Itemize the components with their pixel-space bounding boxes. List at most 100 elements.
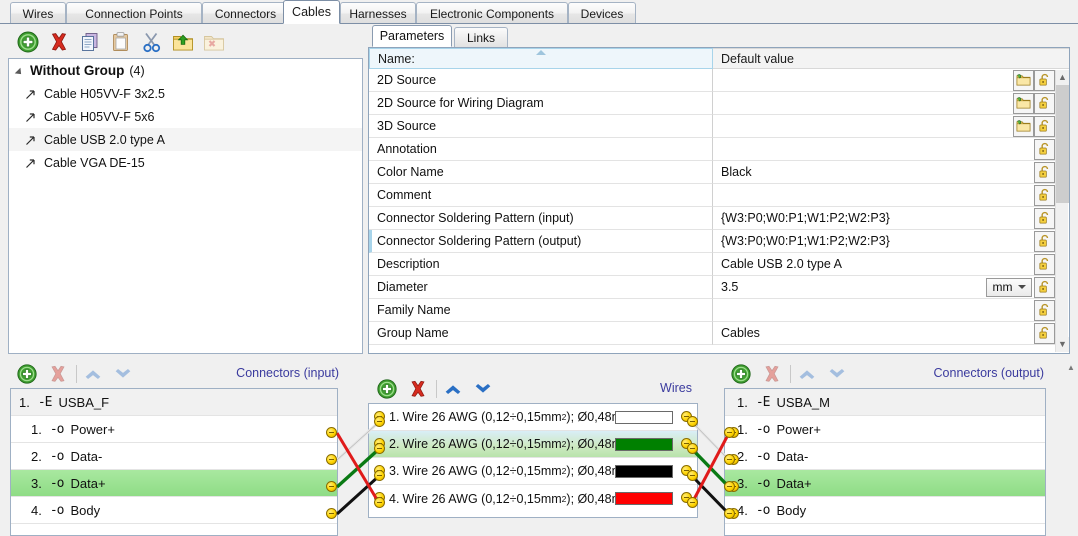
- lock-open-icon[interactable]: [1034, 162, 1055, 183]
- move-down-icon[interactable]: [826, 363, 848, 385]
- table-row[interactable]: Description Cable USB 2.0 type A: [369, 253, 1055, 276]
- wire-color-swatch[interactable]: [615, 438, 673, 451]
- tab-connection-points[interactable]: Connection Points: [66, 2, 202, 24]
- tree-item-cable-h05vvf-3x25[interactable]: Cable H05VV-F 3x2.5: [9, 82, 362, 105]
- table-row[interactable]: Connector Soldering Pattern (output) {W3…: [369, 230, 1055, 253]
- param-value-cell[interactable]: [713, 299, 1055, 322]
- right-edge-scrollbar[interactable]: ▲: [1064, 360, 1078, 536]
- wire-left-dot-1[interactable]: [374, 411, 385, 422]
- list-item[interactable]: 1. -o Power+: [725, 416, 1045, 443]
- cut-icon[interactable]: [140, 30, 164, 54]
- browse-folder-icon[interactable]: [1013, 116, 1034, 137]
- param-value-cell[interactable]: [713, 138, 1055, 161]
- list-item[interactable]: 1. -o Power+: [11, 416, 337, 443]
- lock-open-icon[interactable]: [1034, 231, 1055, 252]
- wires-list[interactable]: 1. Wire 26 AWG (0,12÷0,15mm2); Ø0,48mm w…: [368, 403, 698, 518]
- remove-folder-icon[interactable]: [202, 30, 226, 54]
- table-row[interactable]: 2D Source for Wiring Diagram: [369, 92, 1055, 115]
- move-up-icon[interactable]: [442, 378, 464, 400]
- output-pin-dot-2[interactable]: [728, 454, 739, 465]
- move-up-icon[interactable]: [796, 363, 818, 385]
- browse-folder-icon[interactable]: [1013, 93, 1034, 114]
- move-down-icon[interactable]: [112, 363, 134, 385]
- lock-open-icon[interactable]: [1034, 277, 1055, 298]
- tab-wires[interactable]: Wires: [10, 2, 66, 24]
- add-icon[interactable]: [376, 378, 398, 400]
- lock-open-icon[interactable]: [1034, 70, 1055, 91]
- param-value-cell[interactable]: 3.5 mm: [713, 276, 1055, 299]
- add-icon[interactable]: [730, 363, 752, 385]
- table-row[interactable]: Diameter 3.5 mm: [369, 276, 1055, 299]
- param-value-cell[interactable]: Cables: [713, 322, 1055, 345]
- wire-color-swatch[interactable]: [615, 465, 673, 478]
- list-item[interactable]: 4. -o Body: [11, 497, 337, 524]
- table-row[interactable]: Color Name Black: [369, 161, 1055, 184]
- param-value-cell[interactable]: {W3:P0;W0:P1;W1:P2;W2:P3}: [713, 230, 1055, 253]
- param-value-cell[interactable]: Cable USB 2.0 type A: [713, 253, 1055, 276]
- table-row[interactable]: Connector Soldering Pattern (input) {W3:…: [369, 207, 1055, 230]
- column-header-default-value[interactable]: Default value: [713, 48, 1069, 69]
- table-row[interactable]: Comment: [369, 184, 1055, 207]
- lock-open-icon[interactable]: [1034, 300, 1055, 321]
- wire-right-dot-3[interactable]: [681, 465, 692, 476]
- lock-open-icon[interactable]: [1034, 93, 1055, 114]
- param-value-cell[interactable]: [713, 69, 1055, 92]
- wire-color-swatch[interactable]: [615, 411, 673, 424]
- param-value-cell[interactable]: [713, 184, 1055, 207]
- connector-header-row[interactable]: 1. -E USBA_F: [11, 389, 337, 416]
- move-down-icon[interactable]: [472, 378, 494, 400]
- column-header-name[interactable]: Name:: [369, 48, 713, 69]
- tab-links[interactable]: Links: [454, 27, 508, 47]
- move-up-icon[interactable]: [82, 363, 104, 385]
- scroll-up-button[interactable]: ▲: [1056, 70, 1069, 85]
- wire-right-dot-2[interactable]: [681, 438, 692, 449]
- wire-left-dot-2[interactable]: [374, 438, 385, 449]
- wire-right-dot-4[interactable]: [681, 492, 692, 503]
- list-item[interactable]: 2. Wire 26 AWG (0,12÷0,15mm2); Ø0,48mm g…: [369, 431, 697, 458]
- output-pin-dot-3[interactable]: [728, 481, 739, 492]
- list-item[interactable]: 3. -o Data+: [725, 470, 1045, 497]
- table-row[interactable]: Group Name Cables: [369, 322, 1055, 345]
- wire-left-dot-4[interactable]: [374, 492, 385, 503]
- wire-left-dot-3[interactable]: [374, 465, 385, 476]
- tab-devices[interactable]: Devices: [568, 2, 636, 24]
- add-icon[interactable]: [16, 363, 38, 385]
- lock-open-icon[interactable]: [1034, 185, 1055, 206]
- scroll-down-button[interactable]: ▼: [1056, 337, 1069, 352]
- delete-icon[interactable]: [407, 378, 429, 400]
- add-icon[interactable]: [16, 30, 40, 54]
- list-item[interactable]: 2. -o Data-: [11, 443, 337, 470]
- chevron-down-icon[interactable]: [15, 65, 27, 77]
- browse-folder-icon[interactable]: [1013, 70, 1034, 91]
- delete-icon[interactable]: [47, 363, 69, 385]
- delete-icon[interactable]: [47, 30, 71, 54]
- param-value-cell[interactable]: {W3:P0;W0:P1;W1:P2;W2:P3}: [713, 207, 1055, 230]
- tab-parameters[interactable]: Parameters: [372, 25, 452, 47]
- tree-item-cable-vga-de15[interactable]: Cable VGA DE-15: [9, 151, 362, 174]
- param-value-cell[interactable]: Black: [713, 161, 1055, 184]
- lock-open-icon[interactable]: [1034, 139, 1055, 160]
- delete-icon[interactable]: [761, 363, 783, 385]
- tab-connectors[interactable]: Connectors: [202, 2, 289, 24]
- unit-dropdown[interactable]: mm: [986, 278, 1032, 297]
- connectors-input-list[interactable]: 1. -E USBA_F 1. -o Power+ 2. -o Data- 3.…: [10, 388, 338, 536]
- import-folder-icon[interactable]: [171, 30, 195, 54]
- list-item[interactable]: 4. -o Body: [725, 497, 1045, 524]
- cables-tree[interactable]: Without Group (4) Cable H05VV-F 3x2.5 Ca…: [8, 58, 363, 354]
- chevron-up-icon[interactable]: ▲: [1064, 360, 1078, 375]
- param-value-cell[interactable]: [713, 115, 1055, 138]
- output-pin-dot-4[interactable]: [728, 508, 739, 519]
- tab-electronic-components[interactable]: Electronic Components: [416, 2, 568, 24]
- lock-open-icon[interactable]: [1034, 254, 1055, 275]
- tree-item-cable-h05vvf-5x6[interactable]: Cable H05VV-F 5x6: [9, 105, 362, 128]
- tree-item-cable-usb-20-type-a[interactable]: Cable USB 2.0 type A: [9, 128, 362, 151]
- wire-color-swatch[interactable]: [615, 492, 673, 505]
- table-row[interactable]: Family Name: [369, 299, 1055, 322]
- output-pin-dot-1[interactable]: [728, 427, 739, 438]
- copy-icon[interactable]: [78, 30, 102, 54]
- param-value-cell[interactable]: [713, 92, 1055, 115]
- lock-open-icon[interactable]: [1034, 208, 1055, 229]
- wire-right-dot-1[interactable]: [681, 411, 692, 422]
- list-item[interactable]: 2. -o Data-: [725, 443, 1045, 470]
- scrollbar-thumb[interactable]: [1056, 85, 1069, 203]
